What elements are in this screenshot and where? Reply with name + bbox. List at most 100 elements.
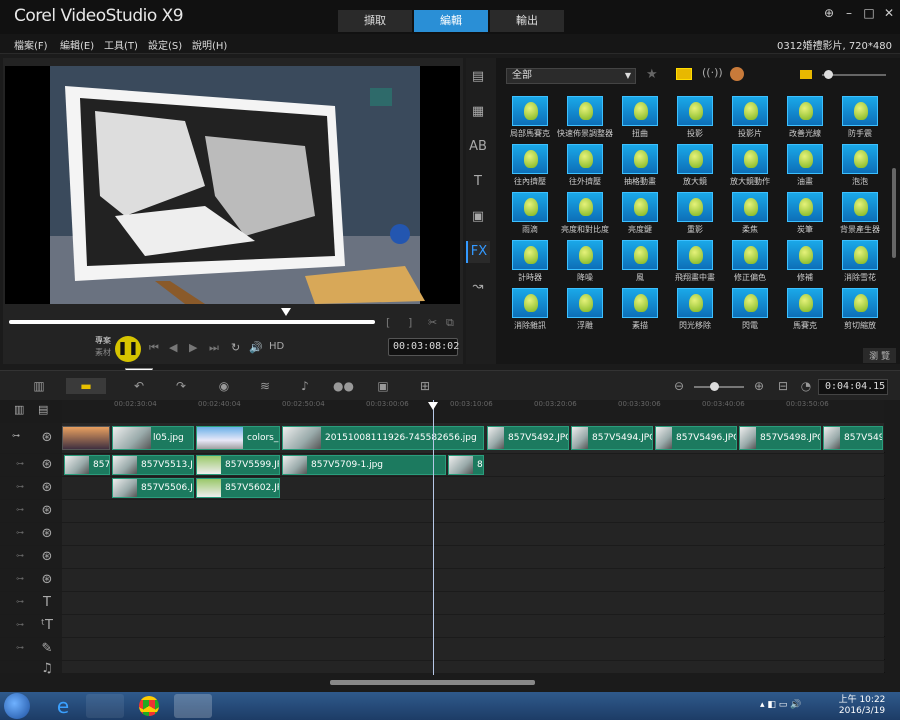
tab-edit[interactable]: 編輯 <box>414 10 488 32</box>
effect-thumbnail[interactable]: 柔焦 <box>724 192 776 240</box>
effect-thumbnail[interactable]: 油畫 <box>779 144 831 192</box>
fit-project-icon[interactable]: ⊟ <box>774 378 792 394</box>
tab-share[interactable]: 輸出 <box>490 10 564 32</box>
scrubber-handle[interactable] <box>281 308 291 316</box>
zoom-handle[interactable] <box>710 382 719 391</box>
instant-project-icon[interactable]: ▦ <box>466 101 490 123</box>
get-more-icon[interactable] <box>730 67 744 81</box>
tray-icons[interactable]: ▴ ◧ ▭ 🔊 <box>760 700 801 710</box>
effect-thumbnail[interactable]: 抽格動畫 <box>614 144 666 192</box>
ie-icon[interactable]: e <box>44 694 82 718</box>
chapter-icon[interactable]: ▤ <box>38 403 48 416</box>
fx-icon[interactable]: FX <box>466 241 490 263</box>
overlay-clip[interactable]: 857V5602.JPG <box>196 478 280 498</box>
help-icon[interactable]: ⊕ <box>822 6 836 20</box>
previous-icon[interactable]: ◀ <box>169 341 177 354</box>
path-icon[interactable]: ↝ <box>466 276 490 298</box>
overlay-clip[interactable]: 857V5506.JPG <box>112 478 194 498</box>
video-clip[interactable] <box>62 426 110 450</box>
sort-icon[interactable] <box>800 70 812 79</box>
effect-thumbnail[interactable]: 改善光線 <box>779 96 831 144</box>
chrome-icon[interactable] <box>130 694 168 718</box>
effect-thumbnail[interactable]: 風 <box>614 240 666 288</box>
effect-thumbnail[interactable]: 閃電 <box>724 288 776 336</box>
end-icon[interactable]: ⏭ <box>209 341 219 355</box>
title-track-body[interactable] <box>62 592 884 614</box>
mark-in-icon[interactable]: [ <box>386 316 390 329</box>
effect-thumbnail[interactable]: 放大鏡動作 <box>724 144 776 192</box>
multi-camera-icon[interactable]: ⊞ <box>416 378 434 394</box>
tab-capture[interactable]: 擷取 <box>338 10 412 32</box>
zoom-slider[interactable] <box>694 386 744 388</box>
effect-thumbnail[interactable]: 飛翔畫中畫 <box>669 240 721 288</box>
maximize-icon[interactable]: □ <box>862 6 876 20</box>
effect-thumbnail[interactable]: 放大鏡 <box>669 144 721 192</box>
effect-thumbnail[interactable]: 泡泡 <box>834 144 886 192</box>
clip-mode-label[interactable]: 素材 <box>95 347 111 358</box>
effect-thumbnail[interactable]: 重影 <box>669 192 721 240</box>
menu-help[interactable]: 說明(H) <box>192 37 227 52</box>
timeline-playhead[interactable] <box>433 400 434 675</box>
auto-music-icon[interactable]: ♪ <box>296 378 314 394</box>
menu-edit[interactable]: 編輯(E) <box>60 37 94 52</box>
overlay-clip[interactable]: 857 <box>64 455 110 475</box>
playhead-handle[interactable] <box>428 402 438 410</box>
effect-thumbnail[interactable]: 炭筆 <box>779 192 831 240</box>
show-video-filters-icon[interactable] <box>676 68 692 80</box>
redo-icon[interactable]: ↷ <box>172 378 190 394</box>
cut-icon[interactable]: ✂ <box>428 316 437 329</box>
file-explorer-icon[interactable] <box>86 694 124 718</box>
effect-thumbnail[interactable]: 消除雜訊 <box>504 288 556 336</box>
lock-icon[interactable]: ⊶ <box>16 528 24 537</box>
effect-thumbnail[interactable]: 閃光移除 <box>669 288 721 336</box>
effect-thumbnail[interactable]: 消除雪花 <box>834 240 886 288</box>
effect-thumbnail[interactable]: 計時器 <box>504 240 556 288</box>
overlay-track-body[interactable] <box>62 500 884 522</box>
overlay-clip[interactable]: 857V5599.JPG <box>196 455 280 475</box>
next-icon[interactable]: ▶ <box>189 341 197 354</box>
video-clip[interactable]: l05.jpg <box>112 426 194 450</box>
lock-icon[interactable]: ⊶ <box>16 505 24 514</box>
title-icon[interactable]: T <box>466 171 490 193</box>
zoom-in-icon[interactable]: ⊕ <box>750 378 768 394</box>
effect-thumbnail[interactable]: 素描 <box>614 288 666 336</box>
graphic-icon[interactable]: ▣ <box>466 206 490 228</box>
enlarge-icon[interactable]: ⧉ <box>446 316 454 330</box>
browse-button[interactable]: 瀏 覽 <box>863 348 896 363</box>
sound-mixer-icon[interactable]: ≋ <box>256 378 274 394</box>
effect-thumbnail[interactable]: 修正偏色 <box>724 240 776 288</box>
preview-video[interactable] <box>5 66 460 304</box>
lock-icon[interactable]: ⊶ <box>16 482 24 491</box>
subtitle-editor-icon[interactable]: ▣ <box>374 378 392 394</box>
video-clip[interactable]: 857V5496.JPG <box>655 426 737 450</box>
library-scrollbar[interactable] <box>892 168 896 258</box>
preview-scrubber[interactable] <box>9 320 375 324</box>
track-manager-icon[interactable]: ▥ <box>14 403 24 416</box>
menu-settings[interactable]: 設定(S) <box>148 37 182 52</box>
effect-thumbnail[interactable]: 快速佈景調整器 <box>557 96 613 144</box>
start-button[interactable] <box>4 693 30 719</box>
overlay-track-body[interactable] <box>62 569 884 591</box>
close-icon[interactable]: ✕ <box>882 6 896 20</box>
menu-file[interactable]: 檔案(F) <box>14 37 48 52</box>
effect-thumbnail[interactable]: 背景產生器 <box>834 192 886 240</box>
lock-icon[interactable]: ⊶ <box>16 574 24 583</box>
project-duration-icon[interactable]: ◔ <box>797 378 815 394</box>
overlay-clip[interactable]: 857V5709-1.jpg <box>282 455 446 475</box>
effect-thumbnail[interactable]: 往外擠壓 <box>559 144 611 192</box>
lock-icon[interactable]: ⊶ <box>16 459 24 468</box>
effect-thumbnail[interactable]: 降噪 <box>559 240 611 288</box>
video-clip[interactable]: 20151008111926-745582656.jpg <box>282 426 484 450</box>
effect-thumbnail[interactable]: 扭曲 <box>614 96 666 144</box>
video-clip[interactable]: 857V5492.JPG <box>487 426 569 450</box>
undo-icon[interactable]: ↶ <box>130 378 148 394</box>
project-mode-label[interactable]: 專案 <box>95 335 111 346</box>
effect-thumbnail[interactable]: 局部馬賽克 <box>504 96 556 144</box>
link-icon[interactable]: ⊶ <box>12 431 20 440</box>
effect-thumbnail[interactable]: 剪切縮放 <box>834 288 886 336</box>
home-icon[interactable]: ⏮ <box>149 341 159 355</box>
media-icon[interactable]: ▤ <box>466 66 490 88</box>
effect-thumbnail[interactable]: 投影 <box>669 96 721 144</box>
thumbnail-size-handle[interactable] <box>824 70 833 79</box>
record-capture-icon[interactable]: ◉ <box>215 378 233 394</box>
